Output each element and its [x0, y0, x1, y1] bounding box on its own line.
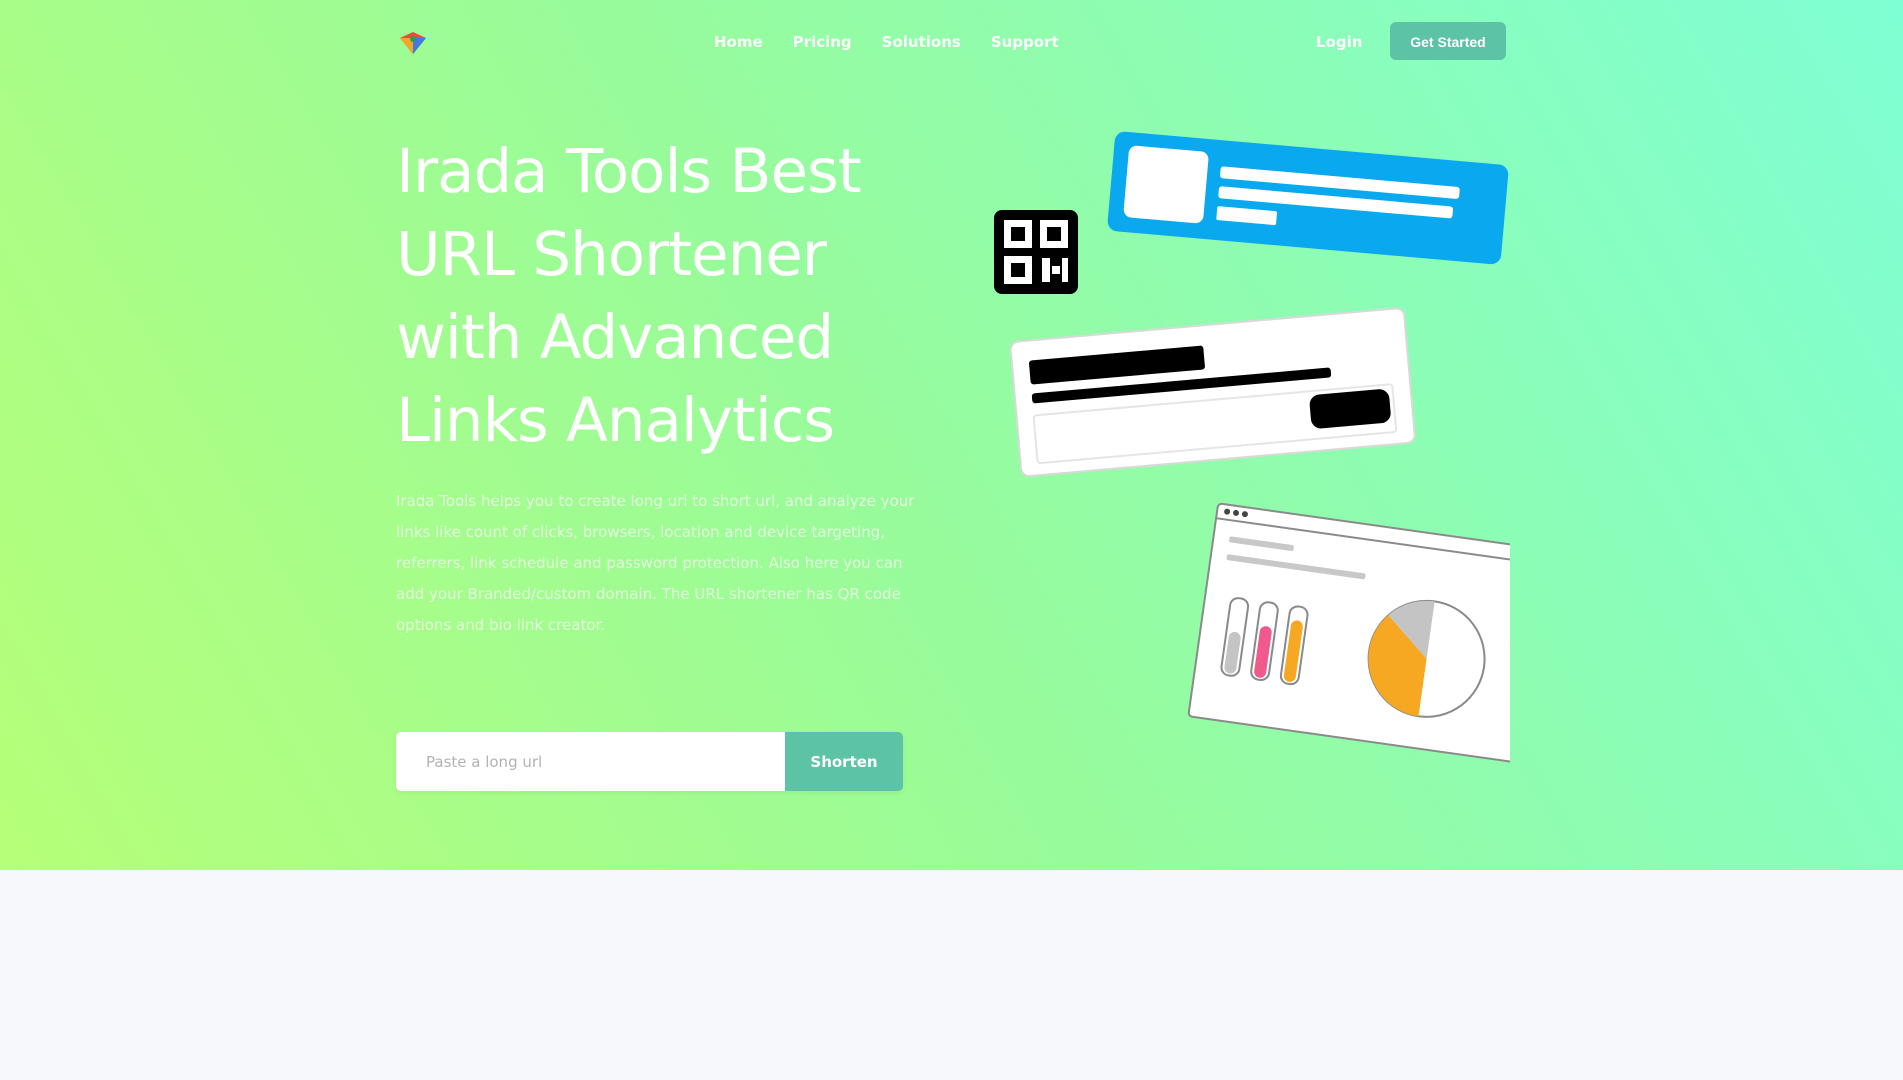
nav-solutions[interactable]: Solutions — [882, 30, 961, 54]
form-card-illustration — [1009, 307, 1416, 478]
nav-support[interactable]: Support — [991, 30, 1059, 54]
logo-icon[interactable] — [396, 28, 430, 58]
page-title: Irada Tools Best URL Shortener with Adva… — [396, 136, 862, 456]
get-started-button[interactable]: Get Started — [1390, 22, 1506, 60]
hero-description: Irada Tools helps you to create long url… — [396, 492, 915, 634]
nav-home[interactable]: Home — [714, 30, 763, 54]
analytics-card-illustration — [1187, 502, 1510, 763]
nav-pricing[interactable]: Pricing — [793, 30, 852, 54]
hero-section: Home Pricing Solutions Support Login Get… — [0, 0, 1903, 870]
main-nav: Home Pricing Solutions Support — [714, 30, 1059, 54]
profile-card-illustration — [1107, 131, 1509, 265]
url-input[interactable] — [396, 732, 785, 791]
qr-code-icon — [994, 210, 1078, 294]
hero-illustration — [994, 131, 1510, 763]
shorten-button[interactable]: Shorten — [785, 732, 903, 791]
login-link[interactable]: Login — [1316, 30, 1362, 54]
shorten-form: Shorten — [396, 732, 903, 791]
